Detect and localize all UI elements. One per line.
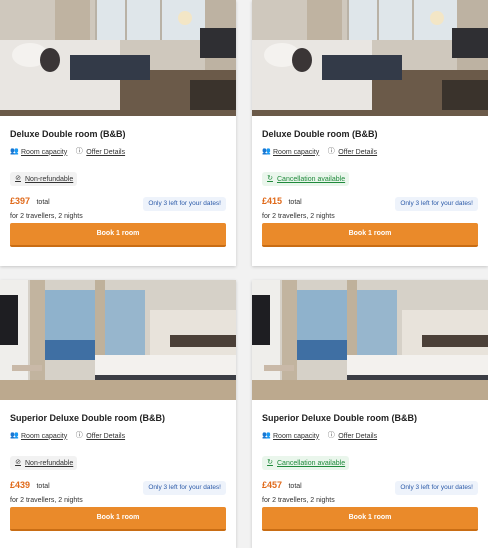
cancellation-badge[interactable]: ↻ Cancellation available bbox=[262, 456, 350, 470]
offer-details-link[interactable]: ⓘ Offer Details bbox=[75, 432, 125, 440]
no-refund-icon: ⊘ bbox=[15, 459, 21, 466]
book-room-button[interactable]: Book 1 room bbox=[262, 223, 478, 247]
refresh-check-icon: ↻ bbox=[267, 175, 273, 182]
price: £415 bbox=[262, 196, 283, 206]
offer-details-link[interactable]: ⓘ Offer Details bbox=[75, 148, 125, 156]
book-room-button[interactable]: Book 1 room bbox=[10, 507, 226, 531]
offer-details-label: Offer Details bbox=[86, 432, 126, 440]
no-refund-icon: ⊘ bbox=[15, 175, 21, 182]
info-icon: ⓘ bbox=[327, 432, 335, 439]
room-capacity-link[interactable]: 👥 Room capacity bbox=[10, 432, 67, 440]
room-title: Deluxe Double room (B&B) bbox=[10, 129, 126, 139]
price-total-label: total bbox=[288, 199, 302, 206]
offer-details-label: Offer Details bbox=[338, 432, 378, 440]
offer-details-link[interactable]: ⓘ Offer Details bbox=[327, 432, 377, 440]
travellers-nights: for 2 travellers, 2 nights bbox=[262, 213, 335, 220]
room-offer-card: Deluxe Double room (B&B) 👥 Room capacity… bbox=[252, 0, 488, 266]
info-icon: ⓘ bbox=[75, 148, 83, 155]
people-icon: 👥 bbox=[262, 432, 271, 439]
availability-badge: Only 3 left for your dates! bbox=[143, 481, 226, 495]
room-photo[interactable] bbox=[0, 0, 236, 116]
room-title: Superior Deluxe Double room (B&B) bbox=[262, 413, 418, 423]
travellers-nights: for 2 travellers, 2 nights bbox=[10, 497, 83, 504]
room-title: Superior Deluxe Double room (B&B) bbox=[10, 413, 166, 423]
room-offer-card: Superior Deluxe Double room (B&B) 👥 Room… bbox=[252, 280, 488, 548]
people-icon: 👥 bbox=[10, 148, 19, 155]
refresh-check-icon: ↻ bbox=[267, 459, 273, 466]
room-capacity-label: Room capacity bbox=[273, 148, 320, 156]
policy-label: Cancellation available bbox=[277, 459, 346, 467]
room-photo[interactable] bbox=[252, 280, 488, 400]
room-capacity-link[interactable]: 👥 Room capacity bbox=[262, 148, 319, 156]
room-offer-card: Deluxe Double room (B&B) 👥 Room capacity… bbox=[0, 0, 236, 266]
availability-badge: Only 3 left for your dates! bbox=[395, 481, 478, 495]
price-total-label: total bbox=[36, 483, 50, 490]
price-total-label: total bbox=[288, 483, 302, 490]
cancellation-badge[interactable]: ↻ Cancellation available bbox=[262, 172, 350, 186]
price: £439 bbox=[10, 480, 31, 490]
price-total-label: total bbox=[36, 199, 50, 206]
room-capacity-link[interactable]: 👥 Room capacity bbox=[10, 148, 67, 156]
availability-badge: Only 3 left for your dates! bbox=[395, 197, 478, 211]
price: £457 bbox=[262, 480, 283, 490]
people-icon: 👥 bbox=[262, 148, 271, 155]
info-icon: ⓘ bbox=[327, 148, 335, 155]
people-icon: 👥 bbox=[10, 432, 19, 439]
non-refundable-badge[interactable]: ⊘ Non-refundable bbox=[10, 456, 78, 470]
room-title: Deluxe Double room (B&B) bbox=[262, 129, 378, 139]
book-room-button[interactable]: Book 1 room bbox=[262, 507, 478, 531]
offer-details-label: Offer Details bbox=[338, 148, 378, 156]
room-capacity-link[interactable]: 👥 Room capacity bbox=[262, 432, 319, 440]
price: £397 bbox=[10, 196, 31, 206]
offer-details-link[interactable]: ⓘ Offer Details bbox=[327, 148, 377, 156]
offer-details-label: Offer Details bbox=[86, 148, 126, 156]
room-capacity-label: Room capacity bbox=[21, 148, 68, 156]
travellers-nights: for 2 travellers, 2 nights bbox=[10, 213, 83, 220]
availability-badge: Only 3 left for your dates! bbox=[143, 197, 226, 211]
room-capacity-label: Room capacity bbox=[273, 432, 320, 440]
info-icon: ⓘ bbox=[75, 432, 83, 439]
policy-label: Cancellation available bbox=[277, 175, 346, 183]
non-refundable-badge[interactable]: ⊘ Non-refundable bbox=[10, 172, 78, 186]
room-capacity-label: Room capacity bbox=[21, 432, 68, 440]
room-photo[interactable] bbox=[0, 280, 236, 400]
policy-label: Non-refundable bbox=[25, 175, 74, 183]
policy-label: Non-refundable bbox=[25, 459, 74, 467]
room-photo[interactable] bbox=[252, 0, 488, 116]
book-room-button[interactable]: Book 1 room bbox=[10, 223, 226, 247]
room-offer-card: Superior Deluxe Double room (B&B) 👥 Room… bbox=[0, 280, 236, 548]
travellers-nights: for 2 travellers, 2 nights bbox=[262, 497, 335, 504]
